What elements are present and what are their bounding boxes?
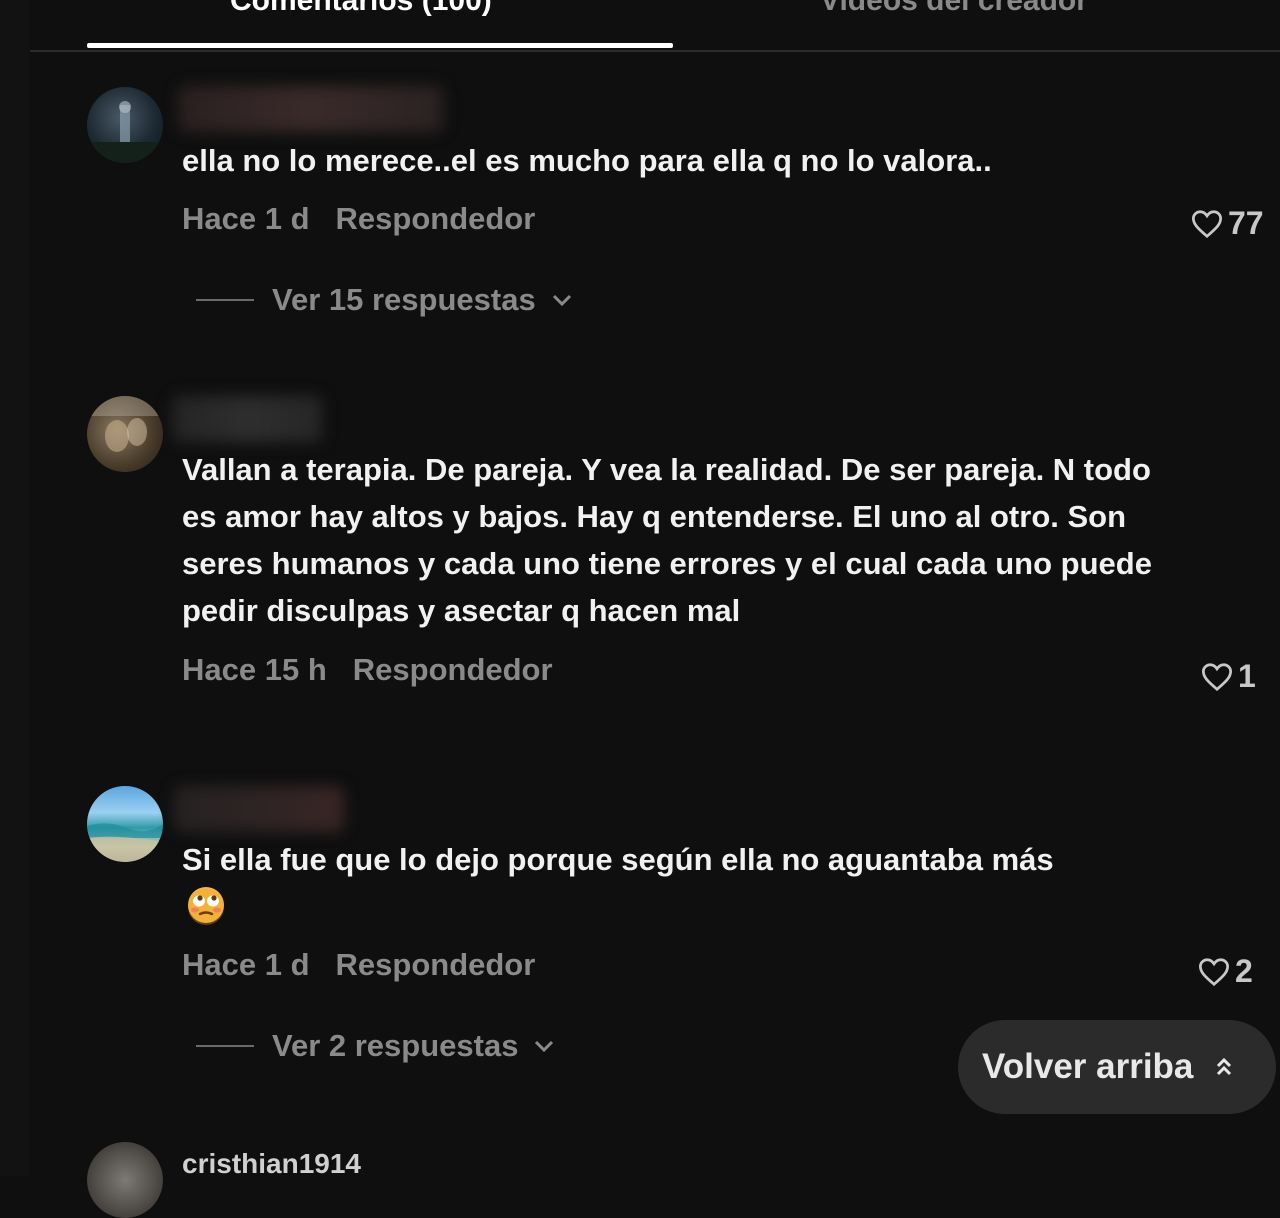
username-redacted[interactable]	[172, 396, 322, 442]
reply-button[interactable]: Respondedor	[353, 652, 553, 687]
chevron-down-icon	[535, 1040, 554, 1053]
avatar[interactable]	[87, 786, 163, 862]
like-button[interactable]: 2	[1197, 953, 1253, 990]
active-tab-indicator	[87, 43, 673, 48]
replies-divider	[196, 299, 254, 301]
left-sidebar-edge	[0, 0, 30, 1176]
comment-time: Hace 1 d	[182, 201, 310, 236]
comment-time: Hace 1 d	[182, 947, 310, 982]
double-chevron-up-icon	[1217, 1057, 1232, 1076]
rolling-eyes-emoji	[188, 887, 224, 925]
reply-button[interactable]: Respondedor	[336, 947, 536, 982]
username-redacted[interactable]	[178, 86, 443, 132]
like-count: 77	[1228, 205, 1264, 241]
heart-outline-icon	[1198, 957, 1230, 986]
avatar-image	[87, 823, 163, 862]
comment-time: Hace 15 h	[182, 652, 327, 687]
comment-meta: Hace 1 d Respondedor	[182, 201, 535, 237]
reply-button[interactable]: Respondedor	[336, 201, 536, 236]
tab-comments[interactable]: Comentarios (100)	[230, 0, 492, 18]
avatar[interactable]	[87, 396, 163, 472]
like-button[interactable]: 1	[1200, 658, 1256, 695]
comment-text: Vallan a terapia. De pareja. Y vea la re…	[182, 452, 1152, 628]
comment-meta: Hace 1 d Respondedor	[182, 947, 535, 983]
avatar-image	[87, 396, 163, 452]
like-count: 1	[1238, 658, 1256, 694]
username-redacted[interactable]	[174, 786, 344, 832]
heart-outline-icon	[1201, 662, 1233, 691]
heart-outline-icon	[1191, 209, 1223, 238]
username[interactable]: cristhian1914	[182, 1148, 361, 1180]
avatar-image	[87, 101, 163, 163]
tab-creator-videos[interactable]: Videos del creador	[820, 0, 1088, 18]
view-replies-label: Ver 2 respuestas	[272, 1028, 519, 1063]
back-to-top-button[interactable]: Volver arriba	[958, 1020, 1276, 1114]
comment-meta: Hace 15 h Respondedor	[182, 652, 553, 688]
back-to-top-label: Volver arriba	[982, 1047, 1194, 1086]
like-button[interactable]: 77	[1190, 205, 1264, 242]
view-replies-label: Ver 15 respuestas	[272, 282, 536, 317]
comment-text: Si ella fue que lo dejo porque según ell…	[182, 842, 1054, 877]
view-replies-button[interactable]: Ver 15 respuestas	[196, 282, 574, 318]
like-count: 2	[1235, 953, 1253, 989]
avatar[interactable]	[87, 87, 163, 163]
view-replies-button[interactable]: Ver 2 respuestas	[196, 1028, 556, 1064]
avatar[interactable]	[87, 1142, 163, 1218]
replies-divider	[196, 1045, 254, 1047]
tab-bar: Comentarios (100) Videos del creador	[30, 0, 1280, 52]
chevron-down-icon	[552, 294, 571, 307]
comment-text: ella no lo merece..el es mucho para ella…	[182, 143, 992, 178]
